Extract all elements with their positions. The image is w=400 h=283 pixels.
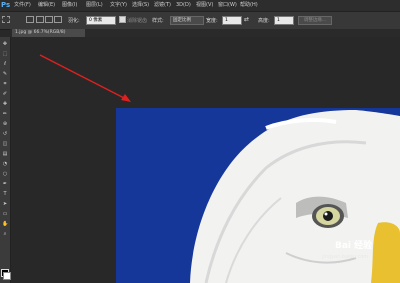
baidu-watermark-url: jingyan.baidu.com (322, 254, 369, 260)
baidu-watermark: Bai 经验 (335, 241, 373, 251)
arrow-head (121, 94, 131, 102)
arrow-shaft (39, 54, 129, 101)
